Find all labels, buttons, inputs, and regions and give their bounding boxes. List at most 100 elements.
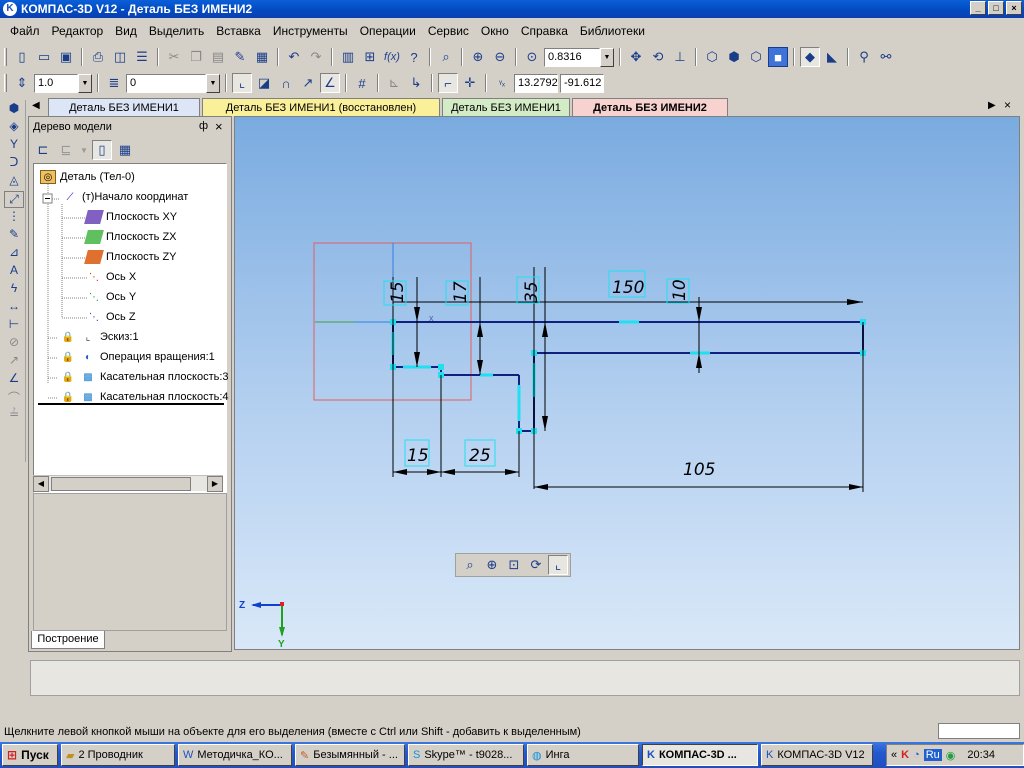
chevron-down-icon[interactable]: ▼ bbox=[79, 140, 89, 160]
tree-node-axis-y[interactable]: ⋱ Ось Y bbox=[86, 288, 136, 306]
toolbar-grip[interactable] bbox=[4, 48, 7, 66]
scroll-right-icon[interactable]: ▶ bbox=[207, 476, 223, 492]
dim-25[interactable]: 25 bbox=[469, 446, 491, 466]
radial-dim-icon[interactable]: ↗ bbox=[4, 353, 24, 370]
tree-list-icon[interactable]: ▦ bbox=[115, 140, 135, 160]
round-coord-icon[interactable]: ⌐ bbox=[438, 73, 458, 93]
tree-node-sketch[interactable]: 🔒 ⌞ Эскиз:1 bbox=[60, 328, 139, 346]
zoom-in-icon[interactable]: ⊕ bbox=[482, 555, 502, 575]
print-icon[interactable]: ⎙ bbox=[88, 47, 108, 67]
snap-magnet-icon[interactable]: ∩ bbox=[276, 73, 296, 93]
orthogonal-icon[interactable]: ↗ bbox=[298, 73, 318, 93]
angular-dim-icon[interactable]: ∠ bbox=[4, 371, 24, 388]
task-explorer[interactable]: ▰ 2 Проводник bbox=[61, 744, 175, 766]
parametric-icon[interactable]: ∠ bbox=[320, 73, 340, 93]
menu-libraries[interactable]: Библиотеки bbox=[574, 24, 651, 38]
view-shaded-icon[interactable]: ◆ bbox=[800, 47, 820, 67]
antivirus-icon[interactable]: K bbox=[901, 749, 909, 761]
zoom-window-icon[interactable]: ⌕ bbox=[460, 555, 480, 575]
new-file-icon[interactable]: ▯ bbox=[12, 47, 32, 67]
menu-tools[interactable]: Инструменты bbox=[267, 24, 354, 38]
tree-node-axis-z[interactable]: ⋱ Ось Z bbox=[86, 308, 136, 326]
dim-15-vertical[interactable]: 15 bbox=[388, 281, 408, 303]
tab-detail-1-restored[interactable]: Деталь БЕЗ ИМЕНИ1 (восстановлен) bbox=[202, 98, 440, 116]
print-preview-icon[interactable]: ◫ bbox=[110, 47, 130, 67]
task-paint[interactable]: ✎ Безымянный - ... bbox=[295, 744, 405, 766]
cursor-coord-icon[interactable]: ✛ bbox=[460, 73, 480, 93]
arrays-icon[interactable]: ◬ bbox=[4, 173, 24, 190]
grid-icon[interactable]: # bbox=[352, 73, 372, 93]
menu-file[interactable]: Файл bbox=[4, 24, 46, 38]
start-button[interactable]: ⊞ Пуск bbox=[2, 744, 58, 766]
tree-node-plane-zy[interactable]: Плоскость ZY bbox=[84, 248, 177, 266]
lightning-icon[interactable]: ϟ bbox=[4, 281, 24, 298]
properties-icon[interactable]: ▦ bbox=[252, 47, 272, 67]
tree-structure-icon[interactable]: ⊏ bbox=[33, 140, 53, 160]
undo-icon[interactable]: ↶ bbox=[284, 47, 304, 67]
menu-operations[interactable]: Операции bbox=[354, 24, 422, 38]
step-cursor-icon[interactable]: ⇕ bbox=[12, 73, 32, 93]
spellcheck-icon[interactable]: ☰ bbox=[132, 47, 152, 67]
redo-icon[interactable]: ↷ bbox=[306, 47, 326, 67]
cut-icon[interactable]: ✂ bbox=[164, 47, 184, 67]
tree-node-axis-x[interactable]: ⋱ Ось X bbox=[86, 268, 136, 286]
pan-icon[interactable]: ✥ bbox=[626, 47, 646, 67]
refresh-icon[interactable]: ⟳ bbox=[526, 555, 546, 575]
dim-10[interactable]: 10 bbox=[670, 279, 690, 301]
diameter-dim-icon[interactable]: ⊘ bbox=[4, 335, 24, 352]
zoom-window-icon[interactable]: ⌕ bbox=[436, 47, 456, 67]
tray-expand-icon[interactable]: « bbox=[891, 749, 897, 761]
save-icon[interactable]: ▣ bbox=[56, 47, 76, 67]
zoom-combo[interactable]: 0.8316 ▼ bbox=[544, 47, 614, 67]
chain-dim-icon[interactable]: ≟ bbox=[4, 407, 24, 424]
zoom-value[interactable]: 0.8316 bbox=[544, 47, 600, 67]
perspective-icon[interactable]: ◣ bbox=[822, 47, 842, 67]
surfaces-icon[interactable]: ᑐ bbox=[4, 155, 24, 172]
tree-node-revolve[interactable]: 🔒 ◐ Операция вращения:1 bbox=[60, 348, 215, 366]
maximize-button[interactable]: □ bbox=[988, 1, 1004, 15]
menu-service[interactable]: Сервис bbox=[422, 24, 475, 38]
sketch-mode-icon[interactable]: ⌞ bbox=[232, 73, 252, 93]
toolbar-grip[interactable] bbox=[4, 74, 7, 92]
dim-15-horizontal[interactable]: 15 bbox=[407, 446, 429, 466]
menu-select[interactable]: Выделить bbox=[143, 24, 210, 38]
tab-detail-1b[interactable]: Деталь БЕЗ ИМЕНИ1 bbox=[442, 98, 570, 116]
sketch-params-icon[interactable]: ◪ bbox=[254, 73, 274, 93]
open-folder-icon[interactable]: ▭ bbox=[34, 47, 54, 67]
pin-icon[interactable]: ф bbox=[199, 120, 208, 132]
aux-geometry-icon[interactable]: Y bbox=[4, 137, 24, 154]
close-button[interactable]: × bbox=[1006, 1, 1022, 15]
view-wireframe-icon[interactable]: ⬡ bbox=[702, 47, 722, 67]
zoom-fit-icon[interactable]: ⊡ bbox=[504, 555, 524, 575]
editing-icon[interactable]: ◈ bbox=[4, 119, 24, 136]
tray-app-icon[interactable]: ◔ bbox=[913, 749, 920, 761]
dim-17[interactable]: 17 bbox=[451, 281, 471, 303]
function-icon[interactable]: f(x) bbox=[382, 47, 402, 67]
linear-dim-icon[interactable]: ↔ bbox=[4, 299, 24, 316]
coord-y-field[interactable]: -91.612 bbox=[560, 73, 604, 93]
local-cs-icon[interactable]: ⊾ bbox=[384, 73, 404, 93]
tab-detail-2-active[interactable]: Деталь БЕЗ ИМЕНИ2 bbox=[572, 98, 728, 116]
network-icon[interactable]: ◉ bbox=[946, 749, 956, 762]
zoom-scale-icon[interactable]: ⊙ bbox=[522, 47, 542, 67]
task-kompas-2[interactable]: K КОМПАС-3D V12 bbox=[761, 744, 873, 766]
layer-combo[interactable]: 0 ▼ bbox=[126, 73, 220, 93]
tree-node-plane-zx[interactable]: Плоскость ZX bbox=[84, 228, 177, 246]
rotate-icon[interactable]: ⟲ bbox=[648, 47, 668, 67]
cs-icon[interactable]: ↳ bbox=[406, 73, 426, 93]
task-skype[interactable]: S Skype™ - t9028... bbox=[408, 744, 524, 766]
snap-options-icon[interactable]: ⚯ bbox=[876, 47, 896, 67]
dim-105[interactable]: 105 bbox=[683, 460, 715, 480]
tab-build[interactable]: Построение bbox=[31, 631, 105, 649]
task-word-doc[interactable]: W Методичка_КО... bbox=[178, 744, 292, 766]
tree-node-tangent-plane-3[interactable]: 🔒 ▩ Касательная плоскость:3 bbox=[60, 368, 229, 386]
menu-insert[interactable]: Вставка bbox=[210, 24, 267, 38]
view-hidden-lines-icon[interactable]: ⬢ bbox=[724, 47, 744, 67]
task-kompas-active[interactable]: K КОМПАС-3D ... bbox=[642, 744, 758, 766]
close-panel-icon[interactable]: × bbox=[215, 119, 223, 134]
chevron-down-icon[interactable]: ▼ bbox=[206, 73, 220, 93]
constraints-icon[interactable]: ⊿ bbox=[4, 245, 24, 262]
coord-x-field[interactable]: 13.2792 bbox=[514, 73, 558, 93]
sketch-toggle-icon[interactable]: ⌞ bbox=[548, 555, 568, 575]
step-value[interactable]: 1.0 bbox=[34, 73, 78, 93]
